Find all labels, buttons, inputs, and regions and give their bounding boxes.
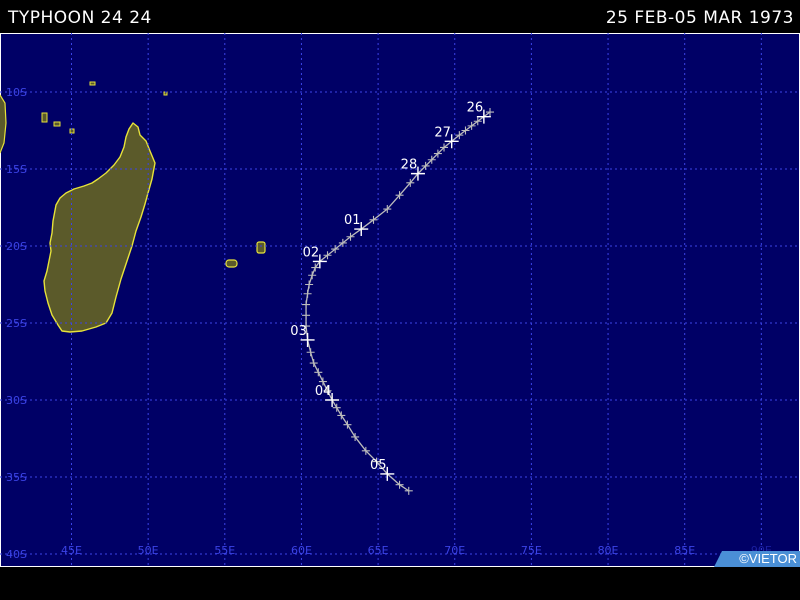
longitude-label: 55E bbox=[214, 544, 235, 557]
footer-bar bbox=[0, 567, 800, 600]
longitude-label: 70E bbox=[444, 544, 465, 557]
longitude-label: 85E bbox=[674, 544, 695, 557]
day-label: 04 bbox=[315, 384, 332, 399]
latitude-label: 35S bbox=[6, 471, 27, 484]
island-moheli bbox=[53, 121, 61, 127]
longitude-label: 80E bbox=[598, 544, 619, 557]
latitude-label: 25S bbox=[6, 317, 27, 330]
island-reunion bbox=[225, 259, 238, 268]
latitude-label: 10S bbox=[6, 86, 27, 99]
latitude-label: 40S bbox=[6, 548, 27, 561]
day-label: 28 bbox=[401, 158, 418, 173]
longitude-label: 50E bbox=[138, 544, 159, 557]
date-range: 25 FEB-05 MAR 1973 bbox=[605, 8, 794, 28]
island-glorioso bbox=[89, 81, 96, 86]
island-grande-comore bbox=[41, 112, 48, 123]
island-mauritius bbox=[256, 241, 266, 254]
storm-title: TYPHOON 24 24 bbox=[8, 8, 152, 28]
longitude-label: 60E bbox=[291, 544, 312, 557]
latitude-label: 20S bbox=[6, 240, 27, 253]
longitude-label: 45E bbox=[61, 544, 82, 557]
day-label: 27 bbox=[434, 125, 451, 140]
longitude-label: 75E bbox=[521, 544, 542, 557]
day-label: 26 bbox=[467, 101, 484, 116]
day-label: 02 bbox=[303, 245, 320, 260]
day-label: 05 bbox=[370, 458, 387, 473]
latitude-label: 15S bbox=[6, 163, 27, 176]
day-label: 03 bbox=[290, 324, 307, 339]
title-bar: TYPHOON 24 24 25 FEB-05 MAR 1973 bbox=[0, 0, 800, 33]
longitude-label: 65E bbox=[368, 544, 389, 557]
credit-text: ©VIETOR bbox=[739, 551, 797, 566]
latitude-label: 30S bbox=[6, 394, 27, 407]
track-map: 10S 15S 20S 25S 30S 35S 40S 45E 50E 55E 60E 65E 70E… bbox=[0, 33, 800, 567]
day-label: 01 bbox=[344, 213, 361, 228]
